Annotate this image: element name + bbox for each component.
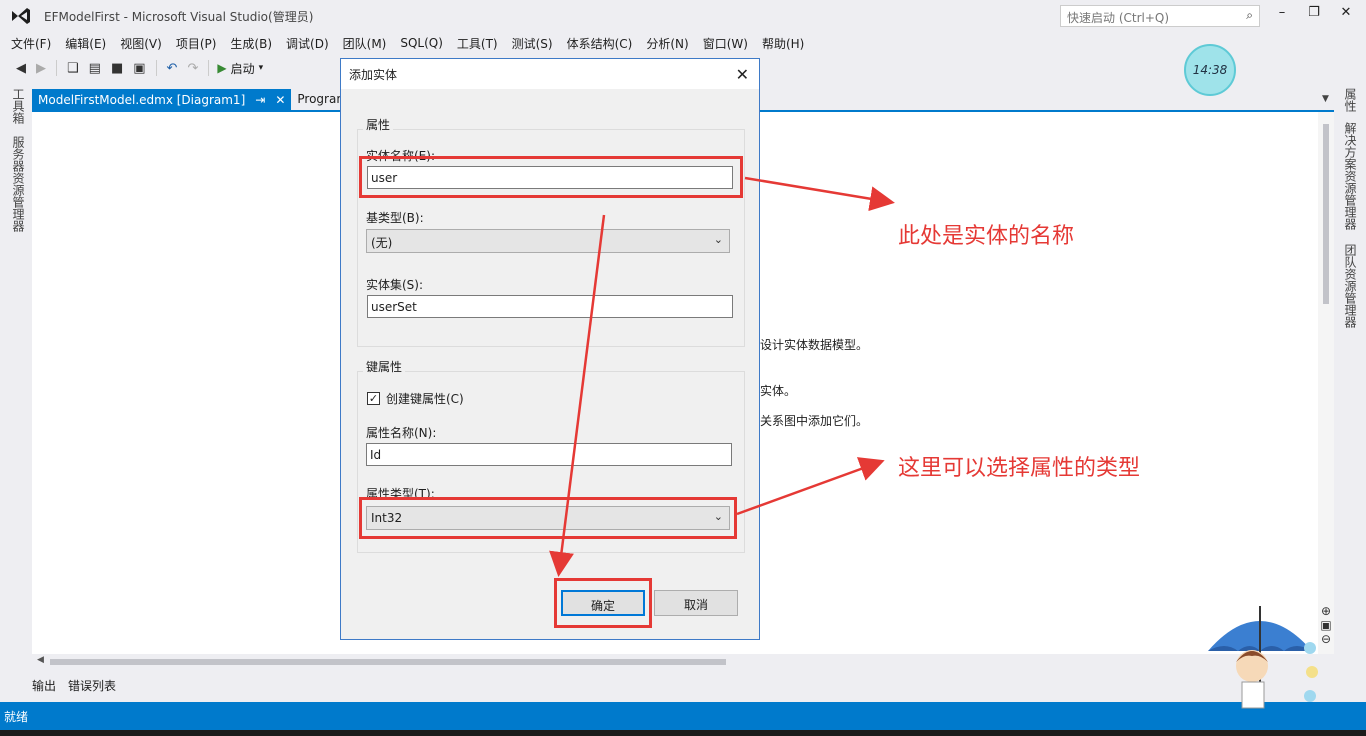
back-icon[interactable]: ◀ — [14, 61, 28, 76]
play-icon: ▶ — [217, 61, 227, 75]
vertical-scroll-thumb[interactable] — [1323, 124, 1329, 304]
chevron-down-icon: ▾ — [258, 63, 264, 73]
dialog-title-bar: 添加实体 ✕ — [341, 59, 759, 89]
zoom-controls: ⊕ ▣ ⊖ — [1318, 604, 1334, 646]
note-property-type: 这里可以选择属性的类型 — [898, 456, 1141, 481]
undo-icon[interactable]: ↶ — [165, 61, 180, 76]
search-icon[interactable]: ⌕ — [1246, 8, 1253, 23]
menu-sql[interactable]: SQL(Q) — [393, 36, 450, 50]
vertical-scrollbar[interactable] — [1318, 112, 1334, 654]
menu-analyze[interactable]: 分析(N) — [639, 35, 695, 52]
minimize-button[interactable]: – — [1268, 5, 1296, 25]
visual-studio-logo-icon — [12, 8, 30, 24]
chevron-down-icon: ⌄ — [713, 233, 723, 246]
horizontal-scrollbar[interactable]: ◀ — [32, 654, 1318, 670]
create-key-label[interactable]: 创建键属性(C) — [386, 390, 464, 407]
status-text: 就绪 — [4, 710, 29, 724]
entity-name-highlight — [359, 156, 743, 198]
toolbar-separator — [155, 60, 157, 76]
status-bar: 就绪 — [0, 702, 1366, 730]
toolbar-separator — [56, 60, 57, 76]
server-explorer-tab[interactable]: 服务器资源管理器 — [10, 136, 27, 232]
designer-hint-3: 关系图中添加它们。 — [760, 414, 869, 428]
menu-test[interactable]: 测试(S) — [505, 35, 560, 52]
tab-output[interactable]: 输出 — [32, 677, 56, 696]
new-project-icon[interactable]: ❑ — [65, 61, 81, 76]
close-window-button[interactable]: ✕ — [1332, 5, 1360, 25]
base-type-value: (无) — [371, 236, 393, 250]
dialog-close-icon[interactable]: ✕ — [736, 65, 749, 84]
menu-architecture[interactable]: 体系结构(C) — [560, 35, 640, 52]
properties-tab[interactable]: 属性 — [1342, 88, 1359, 112]
menu-project[interactable]: 项目(P) — [169, 35, 224, 52]
quick-launch-input[interactable]: 快速启动 (Ctrl+Q) ⌕ — [1060, 5, 1260, 27]
zoom-in-icon[interactable]: ⊕ — [1318, 604, 1334, 618]
close-icon[interactable]: ✕ — [275, 93, 285, 107]
window-title: EFModelFirst - Microsoft Visual Studio(管… — [44, 9, 314, 24]
toolbox-tab[interactable]: 工具箱 — [10, 88, 27, 124]
clock-widget: 14:38 — [1184, 44, 1236, 96]
tab-error-list[interactable]: 错误列表 — [68, 677, 116, 696]
zoom-out-icon[interactable]: ⊖ — [1318, 632, 1334, 646]
entity-set-input[interactable] — [367, 295, 733, 318]
team-explorer-tab[interactable]: 团队资源管理器 — [1342, 244, 1359, 328]
bottom-tabs: 输出 错误列表 — [32, 677, 116, 696]
property-name-input[interactable] — [366, 443, 732, 466]
menu-edit[interactable]: 编辑(E) — [58, 35, 113, 52]
right-tool-strip: 属性 解决方案资源管理器 团队资源管理器 — [1334, 82, 1366, 702]
menu-bar: 文件(F) 编辑(E) 视图(V) 项目(P) 生成(B) 调试(D) 团队(M… — [0, 32, 811, 54]
forward-icon[interactable]: ▶ — [34, 61, 48, 76]
left-tool-strip: 工具箱 服务器资源管理器 — [0, 82, 32, 702]
menu-build[interactable]: 生成(B) — [223, 35, 279, 52]
toolbar: ◀ ▶ ❑ ▤ ■ ▣ ↶ ↷ ▶ 启动 ▾ — [0, 56, 263, 80]
pin-icon[interactable]: ⇥ — [255, 93, 265, 107]
horizontal-scroll-thumb[interactable] — [50, 659, 726, 665]
base-type-select[interactable]: (无) ⌄ — [366, 229, 730, 253]
key-property-group-label: 键属性 — [363, 358, 406, 375]
ok-button-highlight — [554, 578, 652, 628]
menu-debug[interactable]: 调试(D) — [279, 35, 336, 52]
dialog-title: 添加实体 — [349, 67, 398, 82]
tab-diagram-label: ModelFirstModel.edmx [Diagram1] — [38, 93, 246, 107]
clock-time: 14:38 — [1192, 63, 1228, 77]
umbrella-mascot-icon — [1208, 606, 1318, 709]
menu-window[interactable]: 窗口(W) — [696, 35, 755, 52]
menu-file[interactable]: 文件(F) — [4, 35, 58, 52]
solution-explorer-tab[interactable]: 解决方案资源管理器 — [1342, 122, 1359, 230]
open-file-icon[interactable]: ▤ — [87, 61, 103, 76]
add-entity-dialog: 添加实体 ✕ 属性 实体名称(E): 基类型(B): (无) ⌄ 实体集(S):… — [340, 58, 760, 640]
property-type-highlight — [359, 497, 737, 539]
toolbar-separator — [208, 60, 210, 76]
document-tabs: ModelFirstModel.edmx [Diagram1] ⇥ ✕ Prog… — [32, 89, 354, 111]
save-icon[interactable]: ■ — [109, 61, 125, 76]
tab-diagram[interactable]: ModelFirstModel.edmx [Diagram1] ⇥ ✕ — [32, 89, 292, 111]
tab-overflow-icon[interactable]: ▼ — [1322, 94, 1329, 104]
properties-group-label: 属性 — [363, 116, 394, 133]
designer-hint-1: 设计实体数据模型。 — [760, 338, 869, 352]
create-key-checkbox[interactable]: ✓ — [367, 392, 380, 405]
cancel-button[interactable]: 取消 — [654, 590, 738, 616]
quick-launch-placeholder: 快速启动 (Ctrl+Q) — [1067, 11, 1170, 25]
menu-tools[interactable]: 工具(T) — [450, 35, 505, 52]
taskbar-edge — [0, 730, 1366, 736]
fit-icon[interactable]: ▣ — [1318, 618, 1334, 632]
base-type-label: 基类型(B): — [366, 211, 424, 225]
note-entity-name: 此处是实体的名称 — [898, 224, 1075, 249]
designer-hint-2: 实体。 — [760, 384, 797, 398]
start-label: 启动 — [230, 61, 255, 76]
redo-icon[interactable]: ↷ — [185, 61, 200, 76]
menu-view[interactable]: 视图(V) — [113, 35, 169, 52]
scroll-left-icon[interactable]: ◀ — [37, 655, 44, 665]
save-all-icon[interactable]: ▣ — [131, 61, 147, 76]
entity-set-label: 实体集(S): — [366, 278, 424, 292]
start-debug-button[interactable]: ▶ 启动 ▾ — [217, 60, 263, 77]
property-name-label: 属性名称(N): — [366, 426, 437, 440]
restore-button[interactable]: ❐ — [1300, 5, 1328, 25]
menu-help[interactable]: 帮助(H) — [755, 35, 811, 52]
menu-team[interactable]: 团队(M) — [336, 35, 394, 52]
